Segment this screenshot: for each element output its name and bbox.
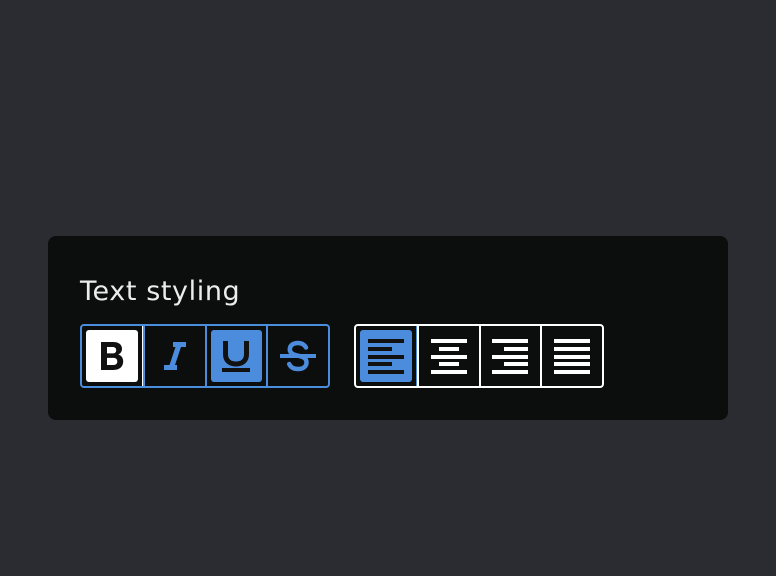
align-right-icon — [492, 339, 529, 374]
strikethrough-button[interactable] — [266, 326, 328, 386]
align-left-button-highlight — [360, 330, 412, 382]
strikethrough-button-slot — [272, 330, 324, 382]
align-left-icon — [367, 339, 404, 374]
bold-button[interactable] — [82, 326, 143, 386]
bold-button-highlight — [86, 330, 138, 382]
align-center-icon — [430, 339, 467, 374]
align-right-button-slot — [485, 330, 537, 382]
align-center-button[interactable] — [416, 326, 479, 386]
alignment-button-group — [354, 324, 604, 388]
underline-icon — [222, 341, 251, 372]
italic-icon — [163, 342, 186, 370]
text-styling-panel: Text styling — [48, 236, 728, 420]
align-justify-button-slot — [546, 330, 598, 382]
panel-title: Text styling — [80, 276, 241, 307]
strikethrough-icon — [280, 340, 317, 372]
underline-button-highlight — [210, 330, 263, 382]
underline-button[interactable] — [204, 326, 267, 386]
text-style-button-group — [80, 324, 330, 388]
align-left-button[interactable] — [356, 326, 417, 386]
italic-button[interactable] — [142, 326, 205, 386]
align-center-button-slot — [423, 330, 475, 382]
bold-icon — [100, 342, 124, 370]
align-right-button[interactable] — [478, 326, 541, 386]
italic-button-slot — [149, 330, 201, 382]
align-justify-icon — [554, 339, 591, 374]
align-justify-button[interactable] — [540, 326, 602, 386]
